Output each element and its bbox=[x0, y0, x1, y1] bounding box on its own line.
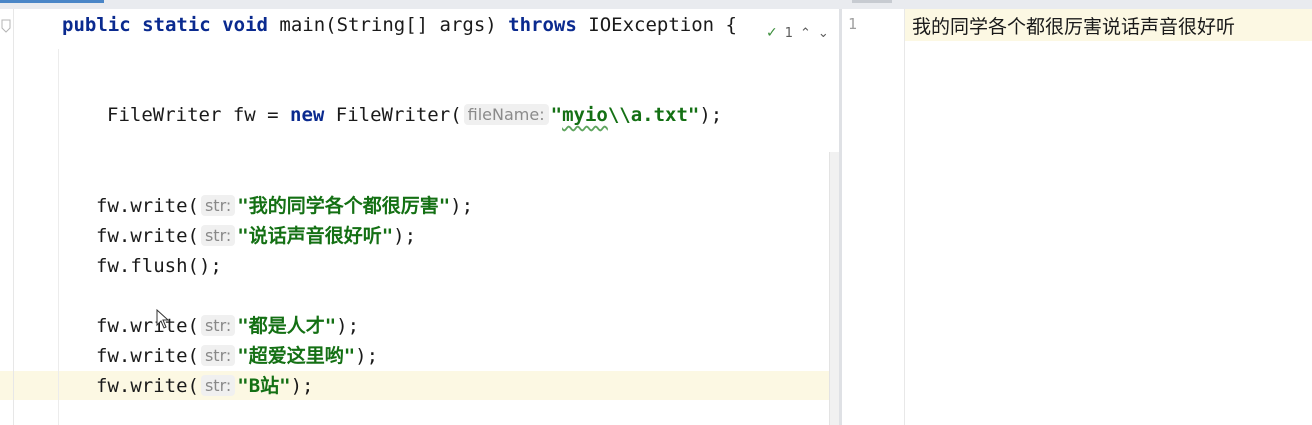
line-number-gutter bbox=[842, 9, 905, 425]
keyword-token: new bbox=[290, 104, 325, 126]
code-line-write-2: fw.write(str: "说话声音很好听"); bbox=[96, 224, 416, 248]
editor-scrollbar[interactable] bbox=[829, 152, 839, 425]
code-line-write-1: fw.write(str: "我的同学各个都很厉害"); bbox=[96, 194, 473, 218]
code-token: IOException { bbox=[576, 14, 737, 36]
code-token: fw.write( bbox=[96, 195, 199, 217]
code-token: FileWriter( bbox=[324, 104, 462, 126]
code-line-write-4: fw.write(str: "超爱这里哟"); bbox=[96, 344, 378, 368]
string-literal: "超爱这里哟" bbox=[237, 345, 356, 367]
string-literal: "我的同学各个都很厉害" bbox=[237, 195, 451, 217]
indent-guide bbox=[58, 49, 59, 425]
spelling-warning[interactable]: myio bbox=[562, 104, 608, 126]
code-token: fw.write( bbox=[96, 315, 199, 337]
keyword-token: public bbox=[62, 14, 131, 36]
code-line-flush: fw.flush(); bbox=[96, 254, 222, 278]
code-token: fw.write( bbox=[96, 345, 199, 367]
mouse-cursor-icon bbox=[156, 309, 170, 329]
chevron-down-icon[interactable]: ⌄ bbox=[818, 26, 829, 41]
keyword-token: static bbox=[142, 14, 211, 36]
code-token: fw.flush(); bbox=[96, 255, 222, 277]
code-token: FileWriter fw = bbox=[107, 104, 291, 126]
code-token: ); bbox=[450, 195, 474, 217]
parameter-hint: str: bbox=[200, 225, 236, 246]
file-content-line[interactable]: 我的同学各个都很厉害说话声音很好听 bbox=[912, 12, 1235, 39]
parameter-hint: str: bbox=[200, 195, 236, 216]
code-token: ); bbox=[336, 315, 360, 337]
editor-tab-strip bbox=[0, 0, 1312, 9]
java-editor[interactable]: ✓ 1 ⌃ ⌄ public static void main(String[]… bbox=[0, 9, 839, 425]
code-token: main(String[] args) bbox=[267, 14, 509, 36]
check-icon[interactable]: ✓ bbox=[766, 25, 778, 41]
string-literal: "B站" bbox=[237, 375, 291, 397]
code-token: ); bbox=[355, 345, 379, 367]
keyword-token: void bbox=[222, 14, 268, 36]
keyword-token: throws bbox=[508, 14, 577, 36]
code-line-main: public static void main(String[] args) t… bbox=[62, 13, 737, 37]
active-editor-tab[interactable] bbox=[0, 0, 104, 3]
string-literal: "myio\\a.txt" bbox=[550, 104, 700, 126]
inspection-widget[interactable]: ✓ 1 ⌃ ⌄ bbox=[766, 25, 829, 41]
text-file-tab[interactable] bbox=[852, 0, 892, 3]
string-literal: "说话声音很好听" bbox=[237, 225, 394, 247]
line-number: 1 bbox=[848, 15, 858, 33]
code-token: ); bbox=[290, 375, 314, 397]
fold-icon[interactable] bbox=[1, 19, 11, 33]
parameter-hint: str: bbox=[200, 315, 236, 336]
parameter-hint: fileName: bbox=[463, 104, 549, 125]
code-line-write-5: fw.write(str: "B站"); bbox=[96, 374, 313, 398]
code-line-filewriter: FileWriter fw = new FileWriter(fileName:… bbox=[107, 103, 722, 127]
parameter-hint: str: bbox=[200, 345, 236, 366]
code-token: fw.write( bbox=[96, 375, 199, 397]
parameter-hint: str: bbox=[200, 375, 236, 396]
text-file-editor[interactable]: 1 我的同学各个都很厉害说话声音很好听 bbox=[842, 9, 1312, 425]
chevron-up-icon[interactable]: ⌃ bbox=[800, 26, 811, 41]
code-line-write-3: fw.write(str: "都是人才"); bbox=[96, 314, 359, 338]
warnings-count: 1 bbox=[784, 25, 794, 41]
gutter-divider bbox=[13, 9, 14, 425]
string-literal: "都是人才" bbox=[237, 315, 337, 337]
code-token: ); bbox=[699, 104, 723, 126]
code-token: ); bbox=[393, 225, 417, 247]
code-token: fw.write( bbox=[96, 225, 199, 247]
